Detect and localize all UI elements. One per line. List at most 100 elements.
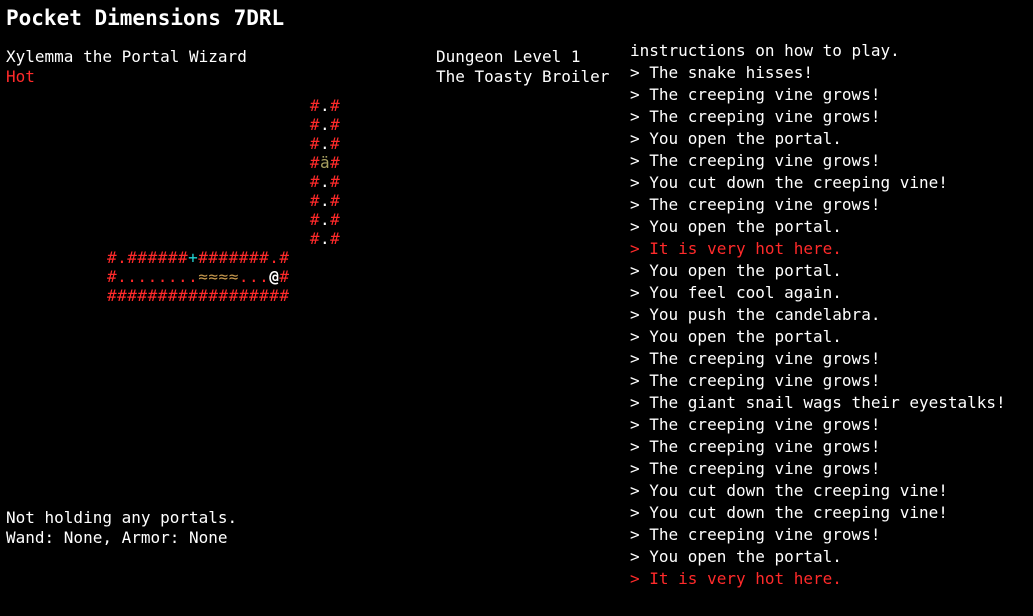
empty-tile <box>259 229 269 248</box>
floor-tile: . <box>127 267 138 286</box>
log-message: > The creeping vine grows! <box>630 85 881 104</box>
log-message: > The creeping vine grows! <box>630 151 881 170</box>
dungeon-map[interactable]: #.# #.# #.# #ä# #.# #.# #.# #.# #.######+… <box>107 96 340 305</box>
empty-tile <box>249 134 259 153</box>
empty-tile <box>239 96 249 115</box>
portal-inventory: Not holding any portals. <box>6 508 238 527</box>
empty-tile <box>168 96 178 115</box>
log-message: > You cut down the creeping vine! <box>630 481 948 500</box>
floor-tile: . <box>137 267 148 286</box>
wall-tile: # <box>107 248 118 267</box>
door-tile[interactable]: + <box>188 248 198 267</box>
empty-tile <box>239 115 249 134</box>
log-message: > The creeping vine grows! <box>630 525 881 544</box>
empty-tile <box>239 229 249 248</box>
empty-tile <box>259 134 269 153</box>
lava-tile: ≈ <box>208 267 219 286</box>
floor-tile: . <box>319 115 331 134</box>
empty-tile <box>107 96 117 115</box>
wall-tile: # <box>107 267 118 286</box>
wall-tile: # <box>137 248 148 267</box>
empty-tile <box>239 191 249 210</box>
character-name: Xylemma the Portal Wizard <box>6 47 247 66</box>
empty-tile <box>198 153 208 172</box>
wall-tile: # <box>228 286 239 305</box>
floor-tile: . <box>147 267 158 286</box>
wall-tile: # <box>259 248 270 267</box>
empty-tile <box>249 153 259 172</box>
empty-tile <box>158 96 168 115</box>
map-row: ################## <box>107 286 340 305</box>
empty-tile <box>188 229 198 248</box>
map-row: #.# <box>107 210 340 229</box>
empty-tile <box>300 96 310 115</box>
empty-tile <box>137 191 147 210</box>
empty-tile <box>290 172 300 191</box>
empty-tile <box>117 96 127 115</box>
empty-tile <box>269 134 279 153</box>
empty-tile <box>279 115 289 134</box>
empty-tile <box>219 115 229 134</box>
floor-tile: . <box>269 248 280 267</box>
empty-tile <box>259 210 269 229</box>
empty-tile <box>107 134 117 153</box>
empty-tile <box>269 210 279 229</box>
floor-tile: . <box>319 96 331 115</box>
wall-tile: # <box>218 248 229 267</box>
wall-tile: # <box>137 286 148 305</box>
empty-tile <box>219 229 229 248</box>
empty-tile <box>300 229 310 248</box>
log-message: > The creeping vine grows! <box>630 415 881 434</box>
empty-tile <box>290 210 300 229</box>
dungeon-level: Dungeon Level 1 <box>436 47 581 66</box>
empty-tile <box>269 96 279 115</box>
empty-tile <box>148 229 158 248</box>
wall-tile: # <box>309 191 320 210</box>
empty-tile <box>168 115 178 134</box>
log-message: > It is very hot here. <box>630 239 842 258</box>
player-tile[interactable]: @ <box>269 267 279 286</box>
empty-tile <box>279 153 289 172</box>
wall-tile: # <box>107 286 118 305</box>
empty-tile <box>208 172 218 191</box>
empty-tile <box>107 172 117 191</box>
empty-tile <box>259 172 269 191</box>
empty-tile <box>239 153 249 172</box>
empty-tile <box>279 229 289 248</box>
log-message: > You cut down the creeping vine! <box>630 173 948 192</box>
wall-tile: # <box>188 286 199 305</box>
empty-tile <box>198 210 208 229</box>
empty-tile <box>178 172 188 191</box>
log-message: > You open the portal. <box>630 217 842 236</box>
empty-tile <box>269 115 279 134</box>
wall-tile: # <box>167 286 178 305</box>
empty-tile <box>198 96 208 115</box>
empty-tile <box>290 115 300 134</box>
log-message: > You open the portal. <box>630 547 842 566</box>
empty-tile <box>269 191 279 210</box>
empty-tile <box>300 134 310 153</box>
empty-tile <box>290 96 300 115</box>
wall-tile: # <box>177 248 189 267</box>
wall-tile: # <box>330 96 341 115</box>
empty-tile <box>269 229 279 248</box>
empty-tile <box>158 229 168 248</box>
empty-tile <box>249 96 259 115</box>
empty-tile <box>229 134 239 153</box>
log-message: > You open the portal. <box>630 129 842 148</box>
wall-tile: # <box>198 248 209 267</box>
wall-tile: # <box>157 248 168 267</box>
empty-tile <box>279 134 289 153</box>
empty-tile <box>148 134 158 153</box>
empty-tile <box>269 172 279 191</box>
wall-tile: # <box>309 153 320 172</box>
empty-tile <box>188 134 198 153</box>
empty-tile <box>208 96 218 115</box>
empty-tile <box>249 191 259 210</box>
game-title: Pocket Dimensions 7DRL <box>6 6 285 30</box>
empty-tile <box>158 210 168 229</box>
floor-tile: . <box>319 229 331 248</box>
floor-tile: . <box>238 267 249 286</box>
empty-tile <box>188 96 198 115</box>
log-message: > The creeping vine grows! <box>630 107 881 126</box>
